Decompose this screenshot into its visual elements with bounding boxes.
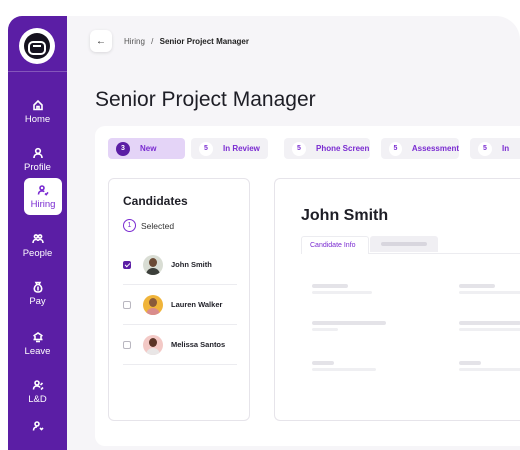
skeleton-line bbox=[312, 291, 372, 294]
skeleton-line bbox=[459, 284, 495, 288]
pay-icon bbox=[33, 281, 42, 293]
tab-stage-interview[interactable]: 5 In bbox=[470, 138, 520, 159]
profile-icon bbox=[32, 147, 43, 159]
avatar bbox=[143, 254, 163, 275]
sidebar-item-profile[interactable]: Profile bbox=[8, 140, 67, 180]
sidebar-item-people[interactable]: People bbox=[8, 226, 67, 266]
stage-label: In Review bbox=[223, 144, 260, 153]
candidate-detail-name: John Smith bbox=[301, 207, 389, 224]
sidebar-item-label: Pay bbox=[29, 296, 46, 307]
sidebar: Home Profile Hiring People Pay Leave L&D bbox=[8, 16, 67, 450]
skeleton-line bbox=[312, 328, 338, 331]
stage-label: New bbox=[140, 144, 157, 153]
breadcrumb-parent[interactable]: Hiring bbox=[124, 37, 145, 46]
candidate-row-john-smith[interactable]: John Smith bbox=[123, 245, 237, 285]
tab-stage-new[interactable]: 3 New bbox=[108, 138, 185, 159]
candidate-detail-card: John Smith Candidate Info bbox=[274, 178, 520, 421]
stage-count-badge: 5 bbox=[199, 141, 213, 156]
sidebar-item-pay[interactable]: Pay bbox=[8, 274, 67, 314]
candidate-row-lauren-walker[interactable]: Lauren Walker bbox=[123, 285, 237, 325]
main-content: ← Hiring / Senior Project Manager Senior… bbox=[67, 16, 520, 450]
company-logo-icon[interactable] bbox=[19, 28, 55, 64]
sidebar-item-label: L&D bbox=[28, 394, 47, 405]
home-icon bbox=[32, 99, 43, 111]
stage-count-badge: 5 bbox=[389, 141, 402, 156]
stage-count-badge: 5 bbox=[478, 141, 492, 156]
page-title: Senior Project Manager bbox=[95, 88, 316, 111]
skeleton-line bbox=[312, 284, 348, 288]
selected-indicator: 1 Selected bbox=[123, 219, 174, 232]
selected-label: Selected bbox=[141, 220, 175, 231]
skeleton-line bbox=[459, 291, 520, 294]
sidebar-item-more[interactable] bbox=[8, 420, 67, 450]
leave-icon bbox=[32, 332, 43, 343]
tab-candidate-info[interactable]: Candidate Info bbox=[301, 236, 369, 254]
sidebar-item-hiring[interactable]: Hiring bbox=[24, 178, 62, 215]
sidebar-divider bbox=[8, 71, 67, 72]
breadcrumb-current: Senior Project Manager bbox=[159, 37, 249, 46]
tab-placeholder[interactable] bbox=[370, 236, 438, 252]
arrow-left-icon: ← bbox=[96, 35, 106, 47]
sidebar-item-label: Profile bbox=[24, 162, 51, 173]
candidate-checkbox[interactable] bbox=[123, 260, 131, 269]
sidebar-item-home[interactable]: Home bbox=[8, 92, 67, 132]
learning-icon bbox=[32, 380, 44, 391]
sidebar-item-label: Home bbox=[24, 114, 51, 125]
stage-count-badge: 3 bbox=[116, 141, 130, 156]
sidebar-item-learning[interactable]: L&D bbox=[8, 372, 67, 412]
candidate-name: Melissa Santos bbox=[171, 340, 226, 349]
sidebar-item-leave[interactable]: Leave bbox=[8, 324, 67, 364]
skeleton-line bbox=[312, 361, 334, 365]
sidebar-item-label: Hiring bbox=[30, 198, 56, 210]
stage-label: Assessment bbox=[411, 144, 459, 153]
avatar bbox=[143, 294, 163, 315]
stage-count-badge: 5 bbox=[292, 141, 306, 156]
user-more-icon bbox=[32, 421, 44, 431]
tab-label: Candidate Info bbox=[310, 242, 356, 249]
hiring-icon bbox=[37, 184, 49, 196]
tab-stage-in-review[interactable]: 5 In Review bbox=[191, 138, 268, 159]
candidate-checkbox[interactable] bbox=[123, 340, 131, 349]
candidate-checkbox[interactable] bbox=[123, 300, 131, 309]
placeholder-bar bbox=[381, 242, 427, 246]
candidate-name: John Smith bbox=[171, 260, 212, 269]
tab-stage-phone-screen[interactable]: 5 Phone Screen bbox=[284, 138, 370, 159]
stage-label: In bbox=[502, 144, 510, 153]
candidates-card: Candidates 1 Selected John Smith Lauren … bbox=[108, 178, 250, 421]
sidebar-item-label: People bbox=[22, 248, 53, 259]
tab-stage-assessment[interactable]: 5 Assessment bbox=[381, 138, 459, 159]
skeleton-line bbox=[459, 328, 520, 331]
sidebar-item-label: Leave bbox=[24, 346, 51, 357]
breadcrumb: Hiring / Senior Project Manager bbox=[124, 37, 249, 46]
candidates-title: Candidates bbox=[123, 194, 188, 208]
skeleton-line bbox=[459, 321, 520, 325]
skeleton-line bbox=[312, 321, 386, 325]
stage-label: Phone Screen bbox=[316, 144, 370, 153]
skeleton-line bbox=[312, 368, 376, 371]
skeleton-line bbox=[459, 361, 481, 365]
selected-count-badge: 1 bbox=[123, 219, 136, 232]
candidate-name: Lauren Walker bbox=[171, 300, 223, 309]
candidate-row-melissa-santos[interactable]: Melissa Santos bbox=[123, 325, 237, 365]
breadcrumb-separator: / bbox=[151, 37, 154, 46]
avatar bbox=[143, 334, 163, 355]
people-icon bbox=[31, 234, 44, 244]
hiring-panel: 3 New 5 In Review 5 Phone Screen 5 Asses… bbox=[95, 126, 520, 446]
detail-tabs: Candidate Info bbox=[301, 236, 520, 254]
skeleton-line bbox=[459, 368, 520, 371]
back-button[interactable]: ← bbox=[90, 30, 112, 52]
